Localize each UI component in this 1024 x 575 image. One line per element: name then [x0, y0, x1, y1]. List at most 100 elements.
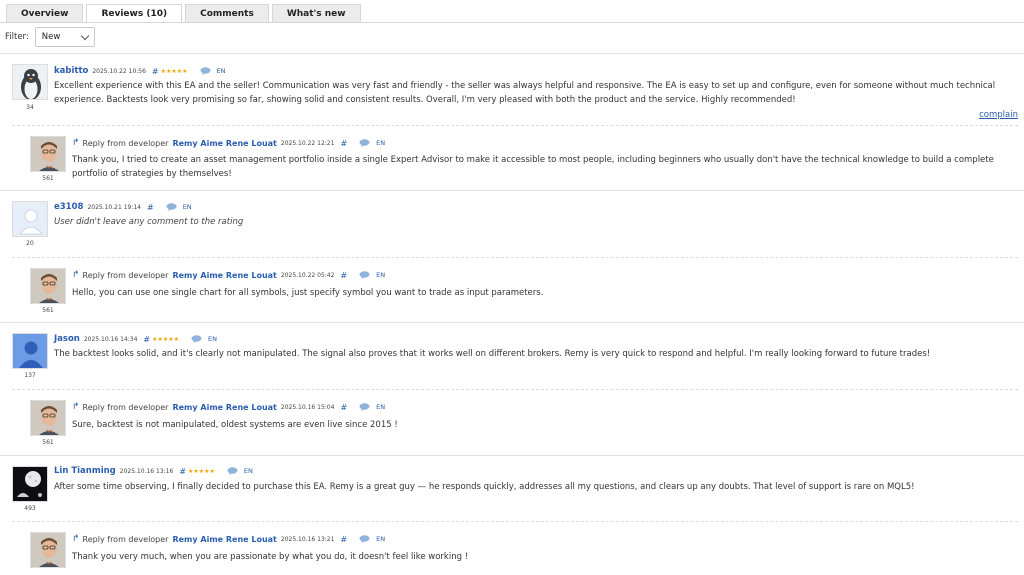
reply-label: Reply from developer [82, 534, 169, 544]
user-rating-count: 20 [26, 240, 34, 247]
reply-header: ↱ Reply from developer Remy Aime Rene Lo… [72, 402, 385, 412]
complain-link[interactable]: complain [979, 110, 1018, 120]
star-rating: ★★★★★ [152, 335, 180, 343]
avatar-developer[interactable] [30, 532, 66, 568]
reply-text: Thank you, I tried to create an asset ma… [72, 155, 994, 179]
default-user-icon [13, 202, 47, 236]
review-header: kabitto 2025.10.22 10:56 # ★★★★★ EN [54, 66, 226, 76]
reply-arrow-icon: ↱ [72, 270, 80, 280]
divider [12, 125, 1018, 126]
reply-date: 2025.10.16 13:21 [280, 535, 335, 543]
speech-bubble-icon [166, 203, 177, 211]
speech-bubble-icon [359, 403, 370, 411]
avatar-developer[interactable] [30, 136, 66, 172]
permalink[interactable]: # [152, 67, 159, 76]
translate-link[interactable]: EN [376, 139, 385, 147]
avatar-developer[interactable] [30, 400, 66, 436]
reviewer-name[interactable]: Jason [54, 334, 80, 344]
permalink[interactable]: # [340, 535, 347, 544]
translate-link[interactable]: EN [244, 467, 253, 475]
tab-whats-new[interactable]: What's new [271, 4, 361, 22]
avatar-jason[interactable] [12, 333, 48, 369]
translate-link[interactable]: EN [376, 271, 385, 279]
reply-text: Hello, you can use one single chart for … [72, 288, 544, 298]
avatar-kabitto[interactable] [12, 64, 48, 100]
translate-link[interactable]: EN [217, 67, 226, 75]
person-avatar-icon [13, 334, 47, 368]
permalink[interactable]: # [340, 271, 347, 280]
translate-link[interactable]: EN [376, 403, 385, 411]
reply-header: ↱ Reply from developer Remy Aime Rene Lo… [72, 138, 385, 148]
developer-avatar-icon [31, 137, 65, 171]
divider [0, 455, 1024, 456]
reviewer-name[interactable]: kabitto [54, 66, 88, 76]
tab-overview[interactable]: Overview [6, 4, 84, 22]
reply-date: 2025.10.16 15:04 [280, 403, 335, 411]
reviewer-name[interactable]: e3108 [54, 202, 83, 212]
speech-bubble-icon [359, 139, 370, 147]
user-rating-count: 34 [26, 104, 34, 111]
permalink[interactable]: # [340, 139, 347, 148]
filter-label: Filter: [5, 32, 29, 42]
reply-arrow-icon: ↱ [72, 138, 80, 148]
filter-select[interactable]: New [34, 27, 95, 47]
developer-rating-count: 561 [42, 439, 54, 446]
review-text: Excellent experience with this EA and th… [54, 81, 996, 105]
reply-text: Thank you very much, when you are passio… [72, 552, 469, 562]
divider [12, 257, 1018, 258]
developer-name[interactable]: Remy Aime Rene Louat [172, 271, 276, 280]
divider [0, 322, 1024, 323]
review-date: 2025.10.22 10:56 [92, 67, 146, 75]
reply-label: Reply from developer [82, 138, 169, 148]
review-date: 2025.10.21 19:14 [87, 203, 141, 211]
tab-divider [0, 22, 1024, 23]
chevron-down-icon [80, 31, 90, 40]
review-date: 2025.10.16 14:34 [83, 335, 138, 343]
penguin-avatar-icon [13, 65, 47, 99]
star-rating: ★★★★★ [188, 467, 215, 475]
divider [12, 521, 1018, 522]
speech-bubble-icon [359, 535, 370, 543]
tab-reviews[interactable]: Reviews (10) [86, 4, 183, 23]
avatar-developer[interactable] [30, 268, 66, 304]
permalink[interactable]: # [143, 335, 150, 344]
translate-link[interactable]: EN [208, 335, 217, 343]
review-text: After some time observing, I finally dec… [54, 482, 915, 492]
divider [0, 53, 1024, 54]
reply-date: 2025.10.22 05:42 [280, 271, 335, 279]
permalink[interactable]: # [147, 203, 154, 212]
translate-link[interactable]: EN [376, 535, 385, 543]
filter-bar: Filter: New [5, 27, 95, 47]
tab-comments[interactable]: Comments [185, 4, 269, 22]
reply-header: ↱ Reply from developer Remy Aime Rene Lo… [72, 534, 385, 544]
developer-rating-count: 561 [42, 175, 54, 182]
developer-name[interactable]: Remy Aime Rene Louat [172, 403, 276, 412]
permalink[interactable]: # [179, 467, 186, 476]
user-rating-count: 137 [24, 372, 36, 379]
speech-bubble-icon [359, 271, 370, 279]
developer-avatar-icon [31, 401, 65, 435]
reply-header: ↱ Reply from developer Remy Aime Rene Lo… [72, 270, 385, 280]
moon-avatar-icon [13, 467, 47, 501]
review-date: 2025.10.16 13:16 [119, 467, 174, 475]
reply-text: Sure, backtest is not manipulated, oldes… [72, 420, 398, 430]
review-header: e3108 2025.10.21 19:14 # EN [54, 202, 192, 212]
permalink[interactable]: # [340, 403, 347, 412]
review-text: The backtest looks solid, and it's clear… [54, 349, 931, 359]
avatar-e3108[interactable] [12, 201, 48, 237]
translate-link[interactable]: EN [183, 203, 192, 211]
tab-bar: Overview Reviews (10) Comments What's ne… [6, 4, 364, 23]
developer-avatar-icon [31, 269, 65, 303]
developer-name[interactable]: Remy Aime Rene Louat [172, 139, 276, 148]
developer-name[interactable]: Remy Aime Rene Louat [172, 535, 276, 544]
reply-date: 2025.10.22 12:21 [280, 139, 335, 147]
avatar-lin-tianming[interactable] [12, 466, 48, 502]
reply-arrow-icon: ↱ [72, 534, 80, 544]
reply-label: Reply from developer [82, 270, 169, 280]
star-rating: ★★★★★ [160, 67, 188, 75]
review-header: Jason 2025.10.16 14:34 # ★★★★★ EN [54, 334, 217, 344]
speech-bubble-icon [191, 335, 202, 343]
divider [12, 389, 1018, 390]
reviewer-name[interactable]: Lin Tianming [54, 466, 116, 476]
user-rating-count: 493 [24, 505, 36, 512]
